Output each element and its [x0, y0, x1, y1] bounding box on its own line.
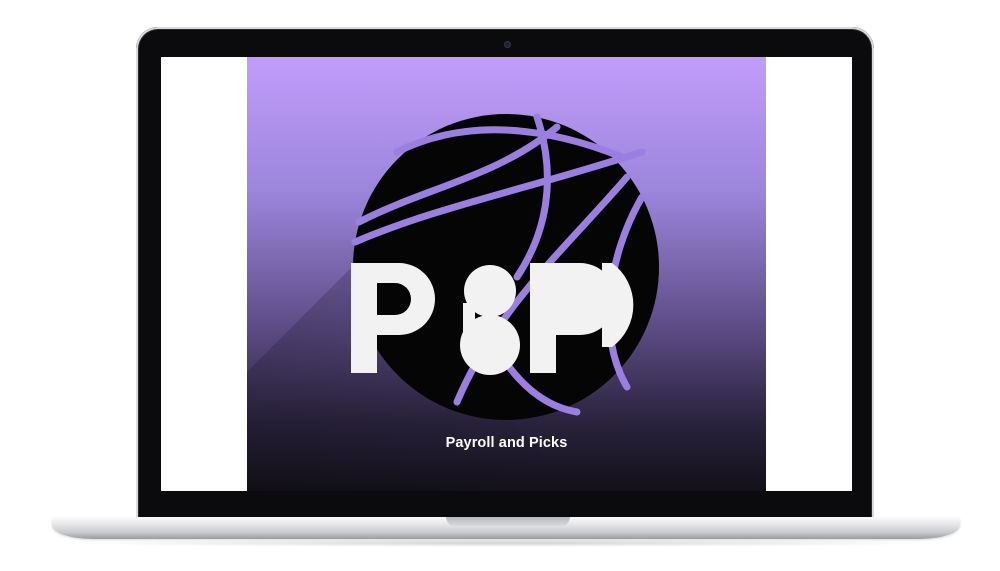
laptop-notch [446, 517, 570, 526]
camera-icon [505, 42, 510, 47]
base-shadow [70, 539, 942, 547]
basketball-logo [247, 113, 659, 491]
laptop-mockup: Payroll and Picks [0, 0, 1000, 571]
ampersand-joint [463, 303, 475, 333]
brand-panel: Payroll and Picks [247, 57, 766, 491]
laptop-screen: Payroll and Picks [161, 57, 852, 491]
tagline-text: Payroll and Picks [445, 435, 568, 451]
